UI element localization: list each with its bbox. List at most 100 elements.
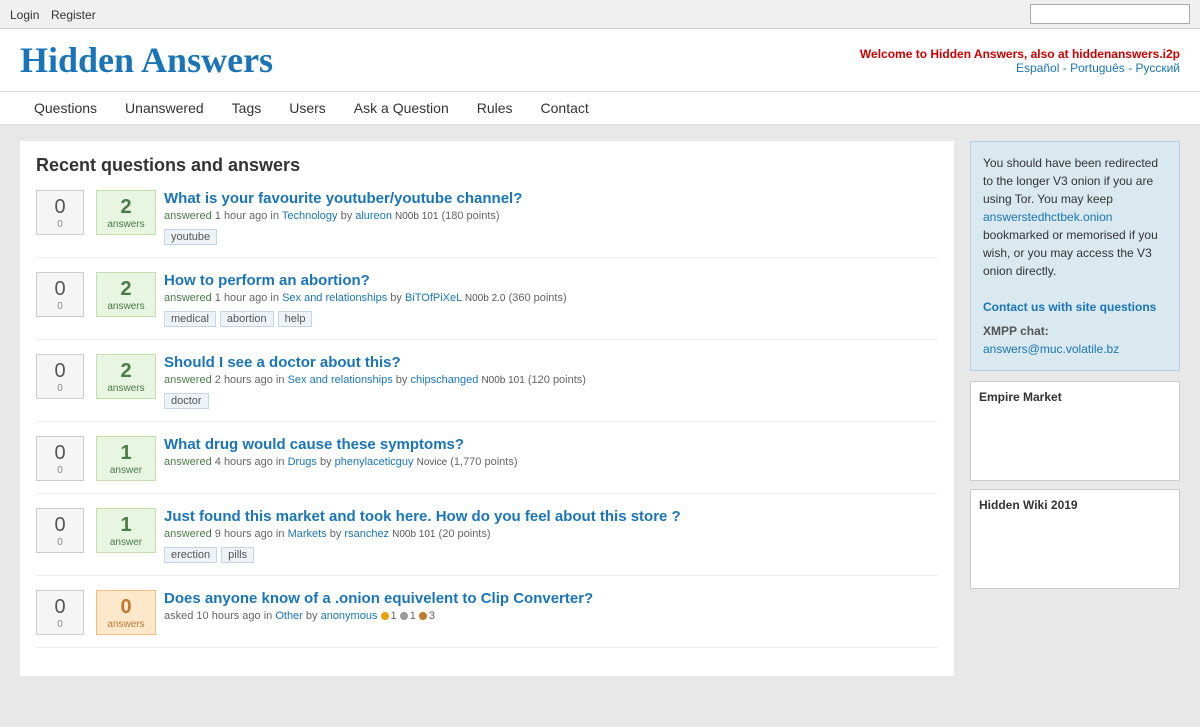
category-link[interactable]: Sex and relationships (288, 374, 393, 386)
user-link[interactable]: anonymous (321, 610, 378, 622)
category-link[interactable]: Drugs (288, 456, 317, 468)
register-link[interactable]: Register (51, 8, 96, 22)
category-link[interactable]: Markets (288, 528, 327, 540)
vote-count: 0 (54, 513, 65, 537)
xmpp-label: XMPP chat: (983, 322, 1167, 340)
tag[interactable]: pills (221, 547, 254, 563)
ad-empire-market: Empire Market (970, 381, 1180, 481)
tag[interactable]: doctor (164, 393, 209, 409)
question-title[interactable]: What is your favourite youtuber/youtube … (164, 190, 522, 207)
question-body: Does anyone know of a .onion equivelent … (164, 590, 938, 622)
user-link[interactable]: alureon (355, 210, 392, 222)
xmpp-address[interactable]: answers@muc.volatile.bz (983, 342, 1119, 356)
vote-box: 00 (36, 354, 84, 399)
question-title[interactable]: How to perform an abortion? (164, 272, 370, 289)
status-label: answered (164, 528, 212, 540)
topbar-links: Login Register (10, 7, 104, 22)
time-label: 2 hours ago (215, 374, 273, 386)
question-body: How to perform an abortion? answered 1 h… (164, 272, 938, 327)
user-link[interactable]: rsanchez (344, 528, 389, 540)
vote-box: 00 (36, 590, 84, 635)
lang-portugues[interactable]: Português (1070, 61, 1125, 75)
question-item: 002answers Should I see a doctor about t… (36, 354, 938, 422)
welcome-text: Welcome to Hidden Answers, also at hidde… (860, 47, 1180, 61)
vote-box: 00 (36, 508, 84, 553)
question-meta: answered 9 hours ago in Markets by rsanc… (164, 528, 938, 540)
nav: Questions Unanswered Tags Users Ask a Qu… (0, 91, 1200, 125)
time-label: 4 hours ago (215, 456, 273, 468)
question-title[interactable]: Does anyone know of a .onion equivelent … (164, 590, 593, 607)
ans-label: answers (107, 619, 144, 630)
lang-links: Español - Português - Русский (860, 61, 1180, 75)
site-title: Hidden Answers (20, 39, 273, 81)
header: Hidden Answers Welcome to Hidden Answers… (0, 29, 1200, 91)
question-item: 000answers Does anyone know of a .onion … (36, 590, 938, 648)
category-link[interactable]: Sex and relationships (282, 292, 387, 304)
nav-unanswered[interactable]: Unanswered (111, 92, 218, 124)
ans-count: 2 (120, 359, 131, 383)
content: Recent questions and answers 002answers … (20, 141, 954, 676)
sidebar-info-text: You should have been redirected to the l… (983, 156, 1158, 206)
tags-row: erectionpills (164, 545, 938, 563)
nav-list: Questions Unanswered Tags Users Ask a Qu… (20, 92, 1180, 124)
question-title[interactable]: What drug would cause these symptoms? (164, 436, 464, 453)
lang-espanol[interactable]: Español (1016, 61, 1059, 75)
question-body: What drug would cause these symptoms? an… (164, 436, 938, 468)
search-input[interactable] (1030, 4, 1190, 24)
question-item: 001answer What drug would cause these sy… (36, 436, 938, 494)
sidebar-info: You should have been redirected to the l… (970, 141, 1180, 371)
user-link[interactable]: BiTOfPiXeL (405, 292, 462, 304)
ans-count: 2 (120, 277, 131, 301)
main-container: Recent questions and answers 002answers … (0, 125, 1200, 692)
time-label: 10 hours ago (196, 610, 260, 622)
vote-count: 0 (54, 359, 65, 383)
login-link[interactable]: Login (10, 8, 39, 22)
nav-ask[interactable]: Ask a Question (340, 92, 463, 124)
contact-site-link[interactable]: Contact us with site questions (983, 300, 1156, 314)
nav-tags[interactable]: Tags (218, 92, 276, 124)
user-link[interactable]: phenylaceticguy (335, 456, 414, 468)
tag[interactable]: help (278, 311, 313, 327)
question-meta: answered 1 hour ago in Sex and relations… (164, 292, 938, 304)
ans-count: 0 (120, 595, 131, 619)
user-link[interactable]: chipschanged (410, 374, 478, 386)
time-label: 1 hour ago (215, 292, 268, 304)
question-body: Just found this market and took here. Ho… (164, 508, 938, 563)
answer-box: 0answers (96, 590, 156, 635)
answer-box: 1answer (96, 508, 156, 553)
user-badge: N00b 101 (481, 375, 524, 386)
question-item: 002answers What is your favourite youtub… (36, 190, 938, 258)
user-badge: N00b 101 (395, 211, 438, 222)
ans-label: answers (107, 219, 144, 230)
onion-link[interactable]: answerstedhctbek.onion (983, 210, 1112, 224)
answer-box: 1answer (96, 436, 156, 481)
tag[interactable]: medical (164, 311, 216, 327)
vote-label: 0 (57, 383, 63, 394)
nav-questions[interactable]: Questions (20, 92, 111, 124)
question-title[interactable]: Should I see a doctor about this? (164, 354, 401, 371)
answer-box: 2answers (96, 190, 156, 235)
nav-rules[interactable]: Rules (463, 92, 527, 124)
tag[interactable]: youtube (164, 229, 217, 245)
tag[interactable]: erection (164, 547, 217, 563)
time-label: 9 hours ago (215, 528, 273, 540)
nav-contact[interactable]: Contact (527, 92, 603, 124)
category-link[interactable]: Technology (282, 210, 338, 222)
question-meta: answered 4 hours ago in Drugs by phenyla… (164, 456, 938, 468)
ans-label: answers (107, 301, 144, 312)
sidebar: You should have been redirected to the l… (970, 141, 1180, 676)
lang-russian[interactable]: Русский (1135, 61, 1180, 75)
question-title[interactable]: Just found this market and took here. Ho… (164, 508, 681, 525)
tags-row: youtube (164, 227, 938, 245)
question-meta: answered 1 hour ago in Technology by alu… (164, 210, 938, 222)
ad-wiki-title: Hidden Wiki 2019 (979, 498, 1171, 512)
vote-count: 0 (54, 277, 65, 301)
nav-users[interactable]: Users (275, 92, 340, 124)
category-link[interactable]: Other (275, 610, 303, 622)
status-label: answered (164, 456, 212, 468)
page-heading: Recent questions and answers (36, 155, 938, 176)
tag[interactable]: abortion (220, 311, 274, 327)
question-body: What is your favourite youtuber/youtube … (164, 190, 938, 245)
ans-count: 1 (120, 441, 131, 465)
question-meta: answered 2 hours ago in Sex and relation… (164, 374, 938, 386)
